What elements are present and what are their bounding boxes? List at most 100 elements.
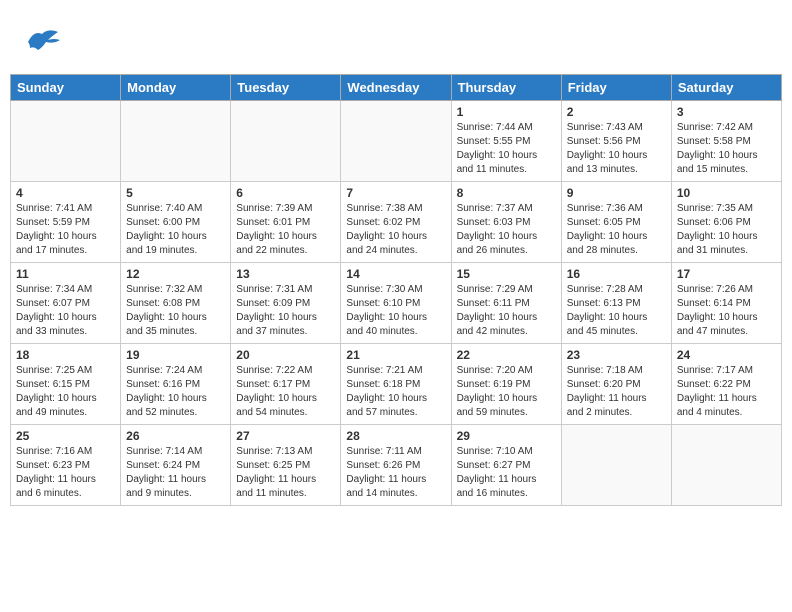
calendar-cell: 22Sunrise: 7:20 AM Sunset: 6:19 PM Dayli… [451,344,561,425]
calendar-cell: 1Sunrise: 7:44 AM Sunset: 5:55 PM Daylig… [451,101,561,182]
day-info: Sunrise: 7:44 AM Sunset: 5:55 PM Dayligh… [457,121,556,177]
day-info: Sunrise: 7:21 AM Sunset: 6:18 PM Dayligh… [346,364,445,420]
calendar-cell [561,425,671,506]
day-number: 7 [346,186,445,200]
day-info: Sunrise: 7:18 AM Sunset: 6:20 PM Dayligh… [567,364,666,420]
calendar-cell: 15 Sunrise: 7:29 AM Sunset: 6:11 PM Dayli… [451,263,561,344]
calendar-week-2: 11 Sunrise: 7:34 AM Sunset: 6:07 PM Dayli… [11,263,782,344]
day-number: 16 [567,267,666,281]
day-info: Sunrise: 7:40 AM Sunset: 6:00 PM Dayligh… [126,202,225,258]
day-number: 8 [457,186,556,200]
day-info: Sunrise: 7:36 AM Sunset: 6:05 PM Dayligh… [567,202,666,258]
calendar-cell: 25 Sunrise: 7:16 AM Sunset: 6:23 PM Dayli… [11,425,121,506]
day-number: 2 [567,105,666,119]
day-number: 20 [236,348,335,362]
calendar-week-0: 1Sunrise: 7:44 AM Sunset: 5:55 PM Daylig… [11,101,782,182]
header-tuesday: Tuesday [231,75,341,101]
day-number: 15 [457,267,556,281]
logo [20,20,68,64]
calendar-cell: 16 Sunrise: 7:28 AM Sunset: 6:13 PM Dayli… [561,263,671,344]
day-info: Sunrise: 7:41 AM Sunset: 5:59 PM Dayligh… [16,202,115,258]
calendar-cell: 3 Sunrise: 7:42 AM Sunset: 5:58 PM Daylig… [671,101,781,182]
calendar-cell [231,101,341,182]
day-number: 10 [677,186,776,200]
day-number: 13 [236,267,335,281]
day-number: 29 [457,429,556,443]
calendar-cell: 26 Sunrise: 7:14 AM Sunset: 6:24 PM Dayli… [121,425,231,506]
day-info: Sunrise: 7:17 AM Sunset: 6:22 PM Dayligh… [677,364,776,420]
day-info: Sunrise: 7:31 AM Sunset: 6:09 PM Dayligh… [236,283,335,339]
calendar-cell: 14 Sunrise: 7:30 AM Sunset: 6:10 PM Dayli… [341,263,451,344]
calendar-cell: 17 Sunrise: 7:26 AM Sunset: 6:14 PM Dayli… [671,263,781,344]
calendar-cell: 24Sunrise: 7:17 AM Sunset: 6:22 PM Dayli… [671,344,781,425]
day-info: Sunrise: 7:37 AM Sunset: 6:03 PM Dayligh… [457,202,556,258]
day-number: 11 [16,267,115,281]
day-number: 5 [126,186,225,200]
day-info: Sunrise: 7:22 AM Sunset: 6:17 PM Dayligh… [236,364,335,420]
day-info: Sunrise: 7:43 AM Sunset: 5:56 PM Dayligh… [567,121,666,177]
day-number: 4 [16,186,115,200]
day-info: Sunrise: 7:28 AM Sunset: 6:13 PM Dayligh… [567,283,666,339]
day-number: 19 [126,348,225,362]
day-info: Sunrise: 7:26 AM Sunset: 6:14 PM Dayligh… [677,283,776,339]
day-number: 27 [236,429,335,443]
day-info: Sunrise: 7:32 AM Sunset: 6:08 PM Dayligh… [126,283,225,339]
calendar-cell: 7 Sunrise: 7:38 AM Sunset: 6:02 PM Daylig… [341,182,451,263]
day-number: 21 [346,348,445,362]
day-info: Sunrise: 7:42 AM Sunset: 5:58 PM Dayligh… [677,121,776,177]
day-info: Sunrise: 7:29 AM Sunset: 6:11 PM Dayligh… [457,283,556,339]
day-info: Sunrise: 7:39 AM Sunset: 6:01 PM Dayligh… [236,202,335,258]
calendar-week-4: 25 Sunrise: 7:16 AM Sunset: 6:23 PM Dayli… [11,425,782,506]
header-wednesday: Wednesday [341,75,451,101]
calendar-cell [341,101,451,182]
day-info: Sunrise: 7:14 AM Sunset: 6:24 PM Dayligh… [126,445,225,501]
day-number: 26 [126,429,225,443]
day-info: Sunrise: 7:25 AM Sunset: 6:15 PM Dayligh… [16,364,115,420]
calendar-cell: 13 Sunrise: 7:31 AM Sunset: 6:09 PM Dayli… [231,263,341,344]
calendar-cell: 4 Sunrise: 7:41 AM Sunset: 5:59 PM Daylig… [11,182,121,263]
calendar-table: SundayMondayTuesdayWednesdayThursdayFrid… [10,74,782,506]
calendar-cell: 11 Sunrise: 7:34 AM Sunset: 6:07 PM Dayli… [11,263,121,344]
calendar-week-1: 4 Sunrise: 7:41 AM Sunset: 5:59 PM Daylig… [11,182,782,263]
calendar-cell: 21 Sunrise: 7:21 AM Sunset: 6:18 PM Dayli… [341,344,451,425]
calendar-cell [121,101,231,182]
day-number: 23 [567,348,666,362]
day-number: 14 [346,267,445,281]
day-info: Sunrise: 7:38 AM Sunset: 6:02 PM Dayligh… [346,202,445,258]
day-info: Sunrise: 7:24 AM Sunset: 6:16 PM Dayligh… [126,364,225,420]
calendar-cell [671,425,781,506]
calendar-cell: 18 Sunrise: 7:25 AM Sunset: 6:15 PM Dayli… [11,344,121,425]
calendar-cell: 5 Sunrise: 7:40 AM Sunset: 6:00 PM Daylig… [121,182,231,263]
day-number: 6 [236,186,335,200]
calendar-cell: 9 Sunrise: 7:36 AM Sunset: 6:05 PM Daylig… [561,182,671,263]
header-friday: Friday [561,75,671,101]
day-info: Sunrise: 7:34 AM Sunset: 6:07 PM Dayligh… [16,283,115,339]
day-number: 18 [16,348,115,362]
header-saturday: Saturday [671,75,781,101]
day-number: 25 [16,429,115,443]
calendar-cell: 2 Sunrise: 7:43 AM Sunset: 5:56 PM Daylig… [561,101,671,182]
calendar-cell: 20 Sunrise: 7:22 AM Sunset: 6:17 PM Dayli… [231,344,341,425]
page-header [10,10,782,69]
calendar-cell: 19 Sunrise: 7:24 AM Sunset: 6:16 PM Dayli… [121,344,231,425]
day-number: 3 [677,105,776,119]
calendar-cell: 29Sunrise: 7:10 AM Sunset: 6:27 PM Dayli… [451,425,561,506]
day-info: Sunrise: 7:16 AM Sunset: 6:23 PM Dayligh… [16,445,115,501]
day-number: 28 [346,429,445,443]
day-number: 9 [567,186,666,200]
header-thursday: Thursday [451,75,561,101]
calendar-header-row: SundayMondayTuesdayWednesdayThursdayFrid… [11,75,782,101]
calendar-cell: 28Sunrise: 7:11 AM Sunset: 6:26 PM Dayli… [341,425,451,506]
day-number: 12 [126,267,225,281]
logo-icon [20,20,64,64]
day-info: Sunrise: 7:30 AM Sunset: 6:10 PM Dayligh… [346,283,445,339]
header-monday: Monday [121,75,231,101]
calendar-cell: 23 Sunrise: 7:18 AM Sunset: 6:20 PM Dayli… [561,344,671,425]
day-number: 17 [677,267,776,281]
header-sunday: Sunday [11,75,121,101]
day-info: Sunrise: 7:20 AM Sunset: 6:19 PM Dayligh… [457,364,556,420]
calendar-cell [11,101,121,182]
day-info: Sunrise: 7:35 AM Sunset: 6:06 PM Dayligh… [677,202,776,258]
calendar-cell: 6 Sunrise: 7:39 AM Sunset: 6:01 PM Daylig… [231,182,341,263]
calendar-week-3: 18 Sunrise: 7:25 AM Sunset: 6:15 PM Dayli… [11,344,782,425]
